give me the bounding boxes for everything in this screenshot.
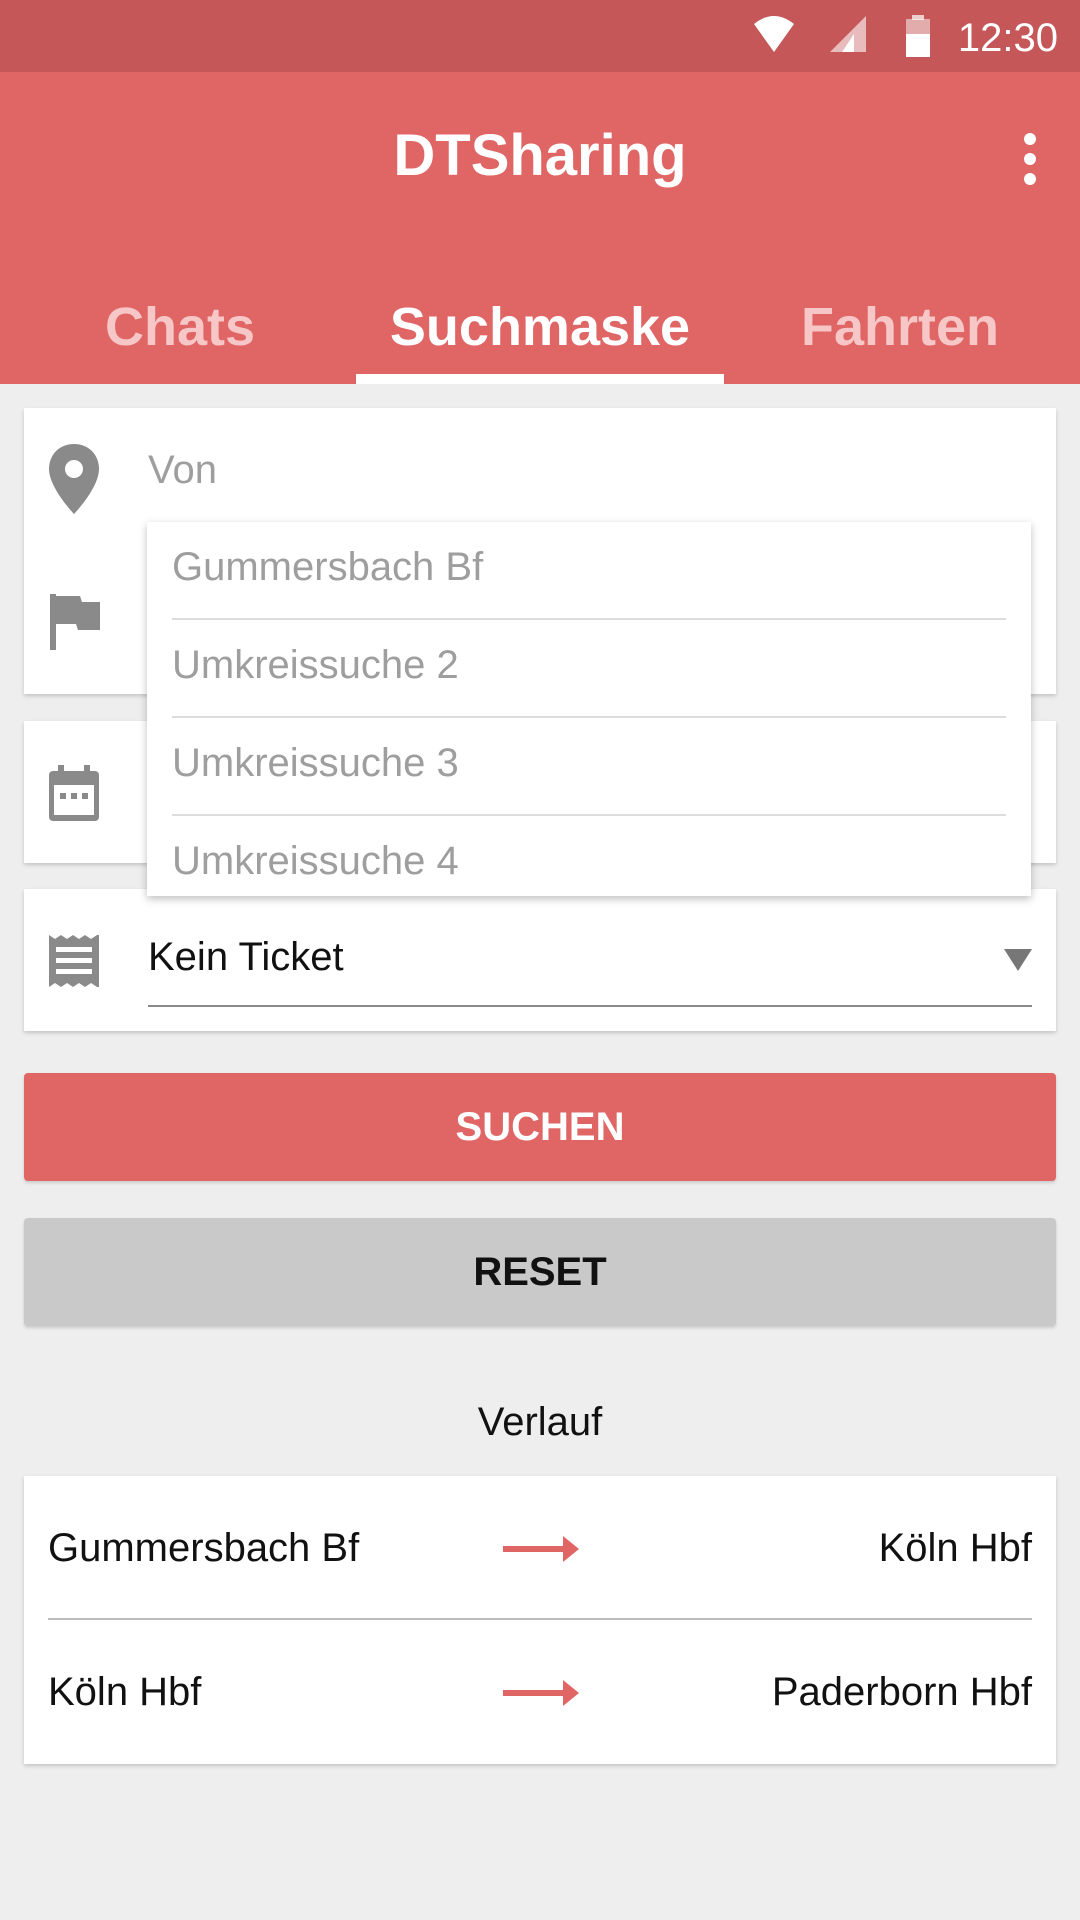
- location-pin-icon: [49, 444, 99, 514]
- wifi-icon: [754, 16, 794, 52]
- from-input[interactable]: Von: [148, 448, 217, 493]
- arrow-right-icon: [503, 1536, 579, 1562]
- history-card: Gummersbach Bf Köln Hbf Köln Hbf Paderbo…: [24, 1476, 1056, 1764]
- flag-icon: [50, 594, 100, 650]
- tab-indicator: [356, 374, 724, 384]
- app-bar: DTSharing Chats Suchmaske Fahrten: [0, 72, 1080, 384]
- app-title: DTSharing: [393, 123, 687, 188]
- suggestion-item[interactable]: Gummersbach Bf: [172, 522, 1006, 620]
- search-button[interactable]: SUCHEN: [24, 1073, 1056, 1181]
- ticket-underline: [148, 1005, 1032, 1007]
- battery-icon: [906, 15, 930, 57]
- suggestion-item[interactable]: Umkreissuche 3: [172, 718, 1006, 816]
- history-from: Gummersbach Bf: [48, 1526, 360, 1570]
- history-from: Köln Hbf: [48, 1670, 202, 1714]
- autocomplete-dropdown: Gummersbach Bf Umkreissuche 2 Umkreissuc…: [147, 522, 1031, 896]
- history-title: Verlauf: [477, 1400, 603, 1444]
- history-to: Paderborn Hbf: [771, 1670, 1032, 1714]
- tab-fahrten[interactable]: Fahrten: [720, 272, 1080, 382]
- ticket-select[interactable]: Kein Ticket: [148, 935, 344, 980]
- receipt-icon: [49, 935, 99, 987]
- cell-signal-icon: [830, 16, 866, 52]
- dropdown-arrow-icon[interactable]: [1004, 949, 1032, 971]
- history-item[interactable]: Gummersbach Bf Köln Hbf: [24, 1476, 1056, 1616]
- calendar-icon: [49, 765, 99, 821]
- status-time: 12:30: [957, 16, 1058, 60]
- suggestion-item[interactable]: Umkreissuche 2: [172, 620, 1006, 718]
- suggestion-item[interactable]: Umkreissuche 4: [172, 816, 1006, 912]
- more-vert-icon[interactable]: [1010, 127, 1050, 187]
- reset-button[interactable]: RESET: [24, 1218, 1056, 1326]
- tab-suchmaske[interactable]: Suchmaske: [360, 272, 720, 382]
- status-bar: 12:30: [0, 0, 1080, 72]
- history-to: Köln Hbf: [878, 1526, 1032, 1570]
- tab-chats[interactable]: Chats: [0, 272, 360, 382]
- history-item[interactable]: Köln Hbf Paderborn Hbf: [24, 1620, 1056, 1760]
- arrow-right-icon: [503, 1680, 579, 1706]
